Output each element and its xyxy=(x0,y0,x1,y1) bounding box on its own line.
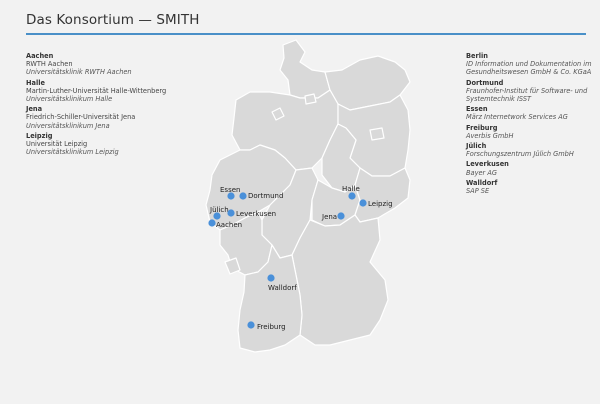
marker-label: Jena xyxy=(321,213,337,221)
marker-label: Halle xyxy=(342,185,360,193)
marker-label: Dortmund xyxy=(248,192,283,200)
marker-label: Leverkusen xyxy=(236,210,276,218)
marker-freiburg xyxy=(247,321,255,329)
marker-label: Aachen xyxy=(216,221,242,229)
marker-label: Freiburg xyxy=(257,323,286,331)
state-sachsen xyxy=(354,167,411,223)
state-berlin xyxy=(369,127,385,141)
marker-aachen xyxy=(208,219,216,227)
state-shapes xyxy=(205,39,411,353)
marker-label: Leipzig xyxy=(368,200,393,208)
marker-dortmund xyxy=(239,192,247,200)
marker-walldorf xyxy=(267,274,275,282)
marker-leipzig xyxy=(359,199,367,207)
germany-map-svg: Essen Dortmund Jülich Leverkusen Aachen Halle… xyxy=(205,39,411,353)
state-schleswig-holstein xyxy=(279,39,331,99)
marker-label: Walldorf xyxy=(268,284,297,292)
state-bayern xyxy=(291,214,389,346)
marker-label: Jülich xyxy=(209,206,229,214)
marker-jena xyxy=(337,212,345,220)
marker-halle xyxy=(348,192,356,200)
germany-map: Essen Dortmund Jülich Leverkusen Aachen Halle… xyxy=(0,0,600,400)
marker-leverkusen xyxy=(227,209,235,217)
marker-label: Essen xyxy=(220,186,240,194)
state-hamburg xyxy=(304,93,317,105)
